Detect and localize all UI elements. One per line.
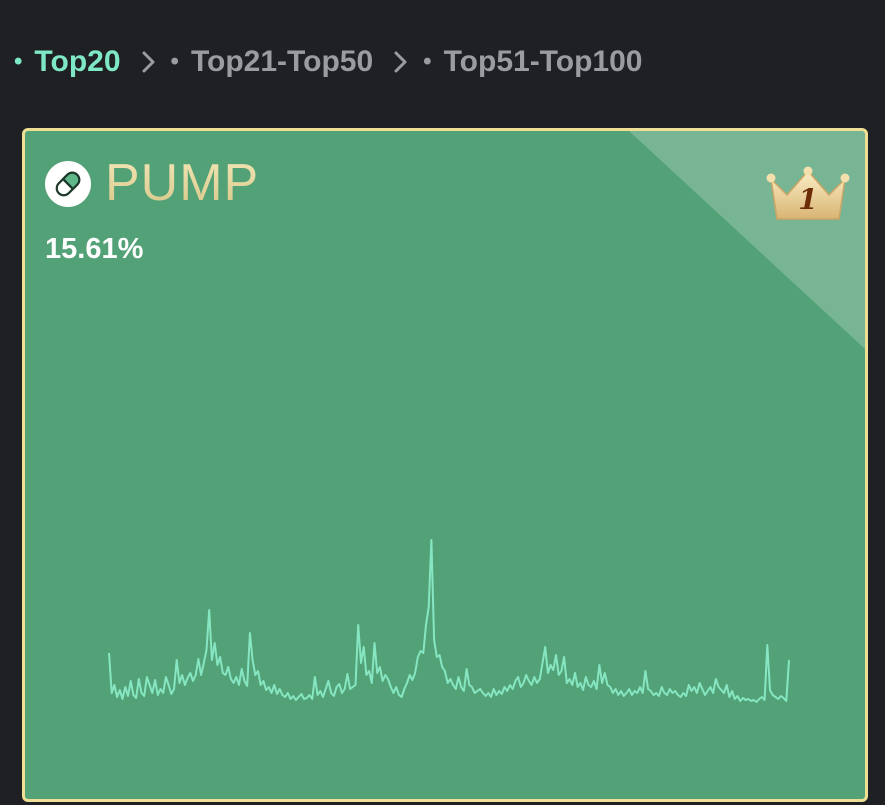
chevron-right-icon [391, 49, 411, 75]
breadcrumb-top21-top50[interactable]: • Top21-Top50 [171, 45, 374, 79]
chevron-right-icon [139, 49, 159, 75]
rank-number: 1 [798, 183, 818, 216]
breadcrumb-label: Top21-Top50 [190, 45, 374, 78]
sparkline-chart [108, 539, 790, 703]
breadcrumb: • Top20 • Top21-Top50 • Top51-Top100 [14, 40, 643, 84]
breadcrumb-top20[interactable]: • Top20 [14, 45, 121, 79]
breadcrumb-label: Top20 [34, 45, 121, 78]
bullet-dot-icon: • [14, 48, 23, 75]
pill-capsule-icon [45, 161, 91, 207]
sparkline-series [108, 539, 790, 703]
bullet-dot-icon: • [170, 48, 179, 75]
coin-card[interactable]: PUMP 15.61% 1 [22, 128, 868, 802]
coin-name: PUMP [105, 154, 260, 212]
breadcrumb-top51-top100[interactable]: • Top51-Top100 [423, 45, 642, 79]
crown-icon: 1 [763, 165, 853, 223]
change-percent: 15.61% [45, 233, 144, 265]
breadcrumb-label: Top51-Top100 [443, 45, 643, 78]
bullet-dot-icon: • [423, 48, 432, 75]
